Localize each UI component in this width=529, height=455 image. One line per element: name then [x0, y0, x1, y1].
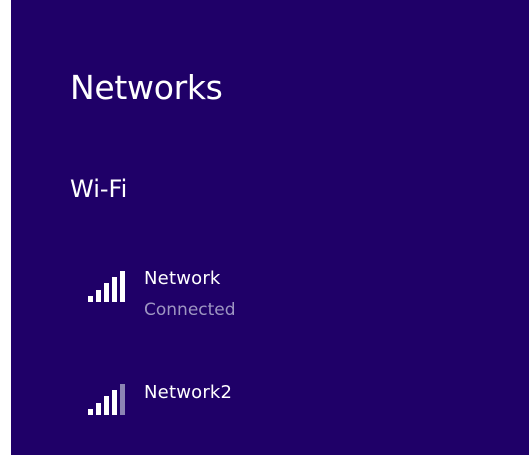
network-status: Connected — [144, 300, 236, 320]
wifi-section-label: Wi-Fi — [70, 175, 128, 203]
network-list-item[interactable]: Network2 — [87, 376, 467, 436]
page-title: Networks — [70, 68, 223, 107]
networks-panel: Networks Wi-Fi Network Connected Network… — [11, 0, 529, 455]
wifi-signal-icon — [88, 271, 125, 302]
network-name: Network2 — [144, 382, 233, 403]
network-list-item[interactable]: Network Connected — [87, 262, 467, 322]
wifi-signal-icon — [88, 384, 125, 415]
network-name: Network — [144, 268, 221, 289]
